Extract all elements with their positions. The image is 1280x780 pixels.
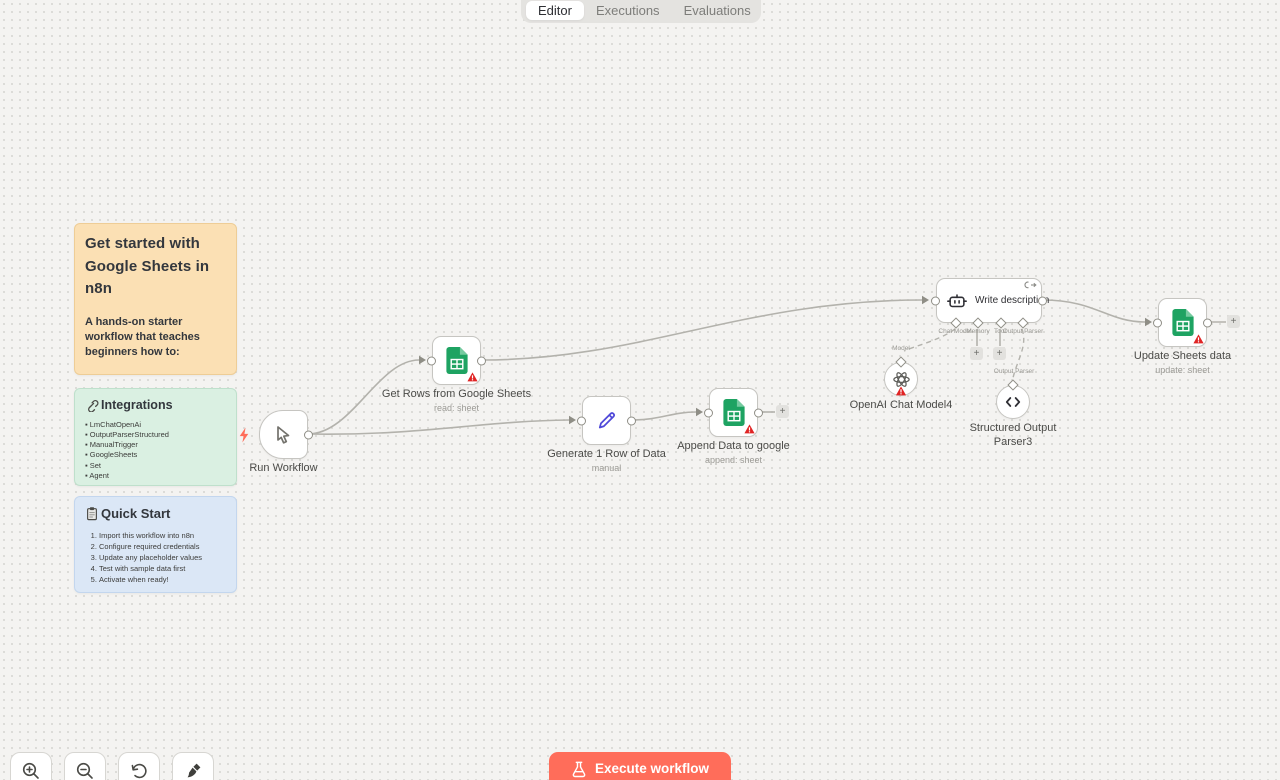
output-port[interactable] [627,416,636,425]
loop-icon [1024,281,1037,289]
node-openai-chat-model[interactable]: OpenAI Chat Model4 [884,362,918,396]
node-label: Append Data to google append: sheet [659,440,809,466]
input-port[interactable] [427,356,436,365]
warning-icon [744,424,755,434]
lightning-bolt-icon [238,427,250,442]
node-label: Run Workflow [209,462,359,476]
output-port[interactable] [1038,296,1047,305]
node-subtitle: update: sheet [1108,365,1258,376]
output-port[interactable] [754,408,763,417]
port-label: Model [892,345,910,352]
input-port[interactable] [577,416,586,425]
node-update-sheets[interactable]: Update Sheets data update: sheet [1158,298,1207,347]
node-label: Update Sheets data update: sheet [1108,350,1258,376]
node-structured-output-parser[interactable]: Structured Output Parser3 [996,385,1030,419]
node-append-data[interactable]: Append Data to google append: sheet [709,388,758,437]
node-subtitle: read: sheet [382,403,532,414]
input-port[interactable] [931,296,940,305]
add-node-button[interactable]: + [1227,315,1240,328]
output-port[interactable] [304,430,313,439]
port-label: Output Parser [994,368,1034,375]
node-label: Get Rows from Google Sheets read: sheet [382,388,532,414]
node-generate-row[interactable]: Generate 1 Row of Data manual [582,396,631,445]
code-brackets-icon [1004,394,1022,410]
google-sheets-icon [446,347,468,374]
output-port[interactable] [477,356,486,365]
node-label: OpenAI Chat Model4 [826,399,976,413]
node-run-workflow[interactable]: Run Workflow [259,410,308,459]
workflow-canvas[interactable]: Editor Executions Evaluations Get starte… [0,0,1280,780]
node-write-description[interactable]: Write description [936,278,1042,323]
robot-icon [946,290,968,312]
node-label: Structured Output Parser3 [958,422,1068,450]
node-get-rows[interactable]: Get Rows from Google Sheets read: sheet [432,336,481,385]
output-port[interactable] [1203,318,1212,327]
port-label: Memory [966,328,989,335]
warning-icon [467,372,478,382]
google-sheets-icon [1172,309,1194,336]
add-memory-button[interactable]: + [970,347,983,360]
google-sheets-icon [723,399,745,426]
warning-icon [896,386,907,396]
input-port[interactable] [1153,318,1162,327]
port-label: Output Parser [1003,328,1043,335]
cursor-icon [272,423,296,447]
connections-layer [0,0,1280,780]
warning-icon [1193,334,1204,344]
add-node-button[interactable]: + [776,405,789,418]
add-tool-button[interactable]: + [993,347,1006,360]
node-subtitle: append: sheet [659,455,809,466]
input-port[interactable] [704,408,713,417]
pencil-icon [595,409,618,432]
